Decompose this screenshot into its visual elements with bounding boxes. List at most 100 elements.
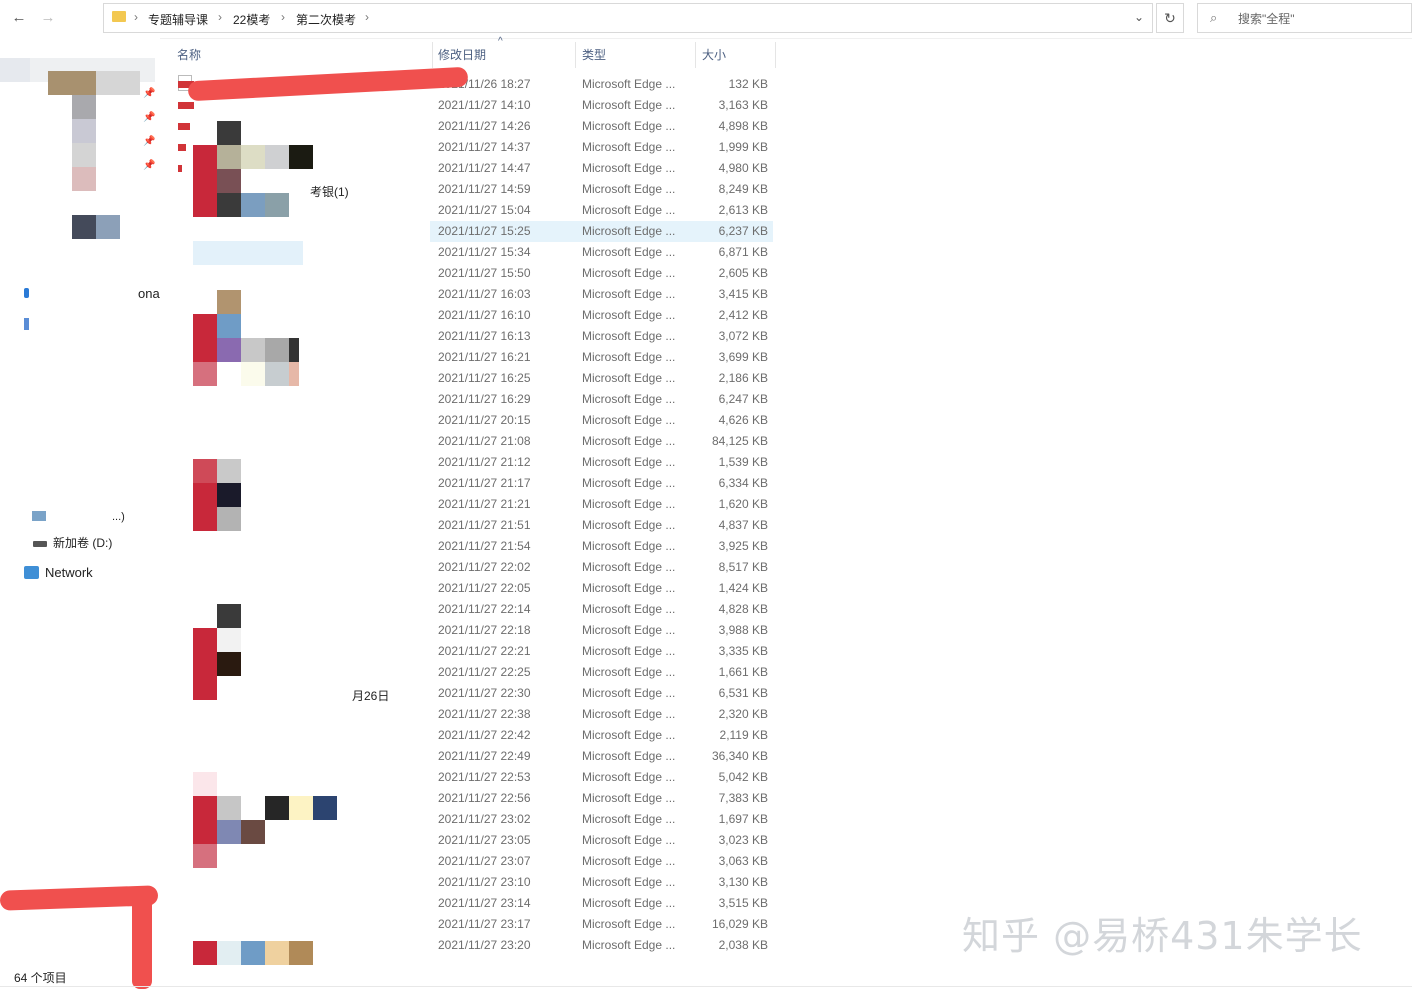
file-row[interactable]: 2021/11/27 21:17 Microsoft Edge ... 6,334 … <box>430 473 773 494</box>
breadcrumb-item[interactable]: 专题辅导课 <box>148 11 208 28</box>
file-row[interactable]: 2021/11/27 22:14 Microsoft Edge ... 4,828 … <box>430 599 773 620</box>
nav-item-drive-d[interactable]: 新加卷 (D:) <box>53 534 112 551</box>
file-size: 2,320 KB <box>718 707 768 721</box>
file-row[interactable]: 2021/11/27 16:10 Microsoft Edge ... 2,412 … <box>430 305 773 326</box>
column-header-name[interactable]: 名称 <box>177 46 201 63</box>
pixelated-block <box>265 145 289 169</box>
pin-icon[interactable]: 📌 <box>143 160 155 171</box>
file-row[interactable]: 2021/11/27 21:21 Microsoft Edge ... 1,620 … <box>430 494 773 515</box>
file-size: 2,412 KB <box>718 308 768 322</box>
file-row[interactable]: 2021/11/27 22:56 Microsoft Edge ... 7,383 … <box>430 788 773 809</box>
file-type: Microsoft Edge ... <box>582 140 676 154</box>
pixelated-block <box>289 362 299 386</box>
file-row[interactable]: 2021/11/27 21:54 Microsoft Edge ... 3,925 … <box>430 536 773 557</box>
nav-item-label[interactable]: ona <box>138 286 160 301</box>
file-type: Microsoft Edge ... <box>582 161 676 175</box>
file-row[interactable]: 2021/11/27 14:47 Microsoft Edge ... 4,980 … <box>430 158 773 179</box>
file-row[interactable]: 2021/11/27 22:18 Microsoft Edge ... 3,988 … <box>430 620 773 641</box>
column-divider[interactable] <box>575 42 576 68</box>
refresh-icon[interactable]: ↻ <box>1156 3 1184 33</box>
file-type: Microsoft Edge ... <box>582 350 676 364</box>
file-row[interactable]: 2021/11/27 15:25 Microsoft Edge ... 6,237 … <box>430 221 773 242</box>
file-size: 4,626 KB <box>718 413 768 427</box>
file-row[interactable]: 2021/11/27 23:05 Microsoft Edge ... 3,023 … <box>430 830 773 851</box>
chevron-down-icon[interactable]: ⌄ <box>1134 10 1144 24</box>
file-modified-date: 2021/11/27 21:12 <box>438 455 531 469</box>
file-row[interactable]: 2021/11/27 23:07 Microsoft Edge ... 3,063 … <box>430 851 773 872</box>
pin-icon[interactable]: 📌 <box>143 112 155 123</box>
pixelated-block <box>265 362 289 386</box>
file-row[interactable]: 2021/11/27 22:30 Microsoft Edge ... 6,531 … <box>430 683 773 704</box>
file-type: Microsoft Edge ... <box>582 644 676 658</box>
file-row[interactable]: 2021/11/27 15:50 Microsoft Edge ... 2,605 … <box>430 263 773 284</box>
file-size: 4,898 KB <box>718 119 768 133</box>
file-row[interactable]: 2021/11/27 21:12 Microsoft Edge ... 1,539 … <box>430 452 773 473</box>
file-row[interactable]: 2021/11/27 22:49 Microsoft Edge ... 36,340… <box>430 746 773 767</box>
file-row[interactable]: 2021/11/27 14:37 Microsoft Edge ... 1,999 … <box>430 137 773 158</box>
breadcrumb-item[interactable]: 22模考 <box>233 11 270 28</box>
file-modified-date: 2021/11/27 16:10 <box>438 308 531 322</box>
file-row[interactable]: 2021/11/27 22:21 Microsoft Edge ... 3,335 … <box>430 641 773 662</box>
file-row[interactable]: 2021/11/27 15:04 Microsoft Edge ... 2,613 … <box>430 200 773 221</box>
file-row[interactable]: 2021/11/27 22:05 Microsoft Edge ... 1,424 … <box>430 578 773 599</box>
nav-item-label[interactable]: ...) <box>112 511 125 523</box>
file-type: Microsoft Edge ... <box>582 539 676 553</box>
file-row[interactable]: 2021/11/27 23:20 Microsoft Edge ... 2,038 … <box>430 935 773 956</box>
breadcrumb-item[interactable]: 第二次模考 <box>296 11 356 28</box>
breadcrumb-separator: › <box>218 10 222 24</box>
file-size: 16,029 KB <box>711 917 768 931</box>
column-divider[interactable] <box>695 42 696 68</box>
pixelated-block <box>193 628 217 700</box>
forward-arrow-icon[interactable]: → <box>38 8 58 28</box>
search-box[interactable]: ⌕ <box>1197 3 1412 33</box>
file-row[interactable]: 2021/11/27 22:42 Microsoft Edge ... 2,119 … <box>430 725 773 746</box>
file-row[interactable]: 2021/11/27 21:51 Microsoft Edge ... 4,837 … <box>430 515 773 536</box>
file-type: Microsoft Edge ... <box>582 518 676 532</box>
pixelated-block <box>241 145 265 169</box>
column-header-date[interactable]: 修改日期 <box>438 46 486 63</box>
file-row[interactable]: 2021/11/27 16:21 Microsoft Edge ... 3,699 … <box>430 347 773 368</box>
file-type: Microsoft Edge ... <box>582 413 676 427</box>
file-size: 3,515 KB <box>718 896 768 910</box>
file-row[interactable]: 2021/11/27 23:17 Microsoft Edge ... 16,029… <box>430 914 773 935</box>
pdf-icon <box>178 165 182 172</box>
file-row[interactable]: 2021/11/27 23:10 Microsoft Edge ... 3,130 … <box>430 872 773 893</box>
file-modified-date: 2021/11/27 22:56 <box>438 791 531 805</box>
file-row[interactable]: 2021/11/27 16:29 Microsoft Edge ... 6,247 … <box>430 389 773 410</box>
address-bar[interactable]: › 专题辅导课 › 22模考 › 第二次模考 › ⌄ <box>103 3 1153 33</box>
search-input[interactable] <box>1236 9 1410 29</box>
back-arrow-icon[interactable]: ← <box>9 8 29 28</box>
file-row[interactable]: 2021/11/27 21:08 Microsoft Edge ... 84,125… <box>430 431 773 452</box>
file-row[interactable]: 2021/11/26 18:27 Microsoft Edge ... 132 KB <box>430 74 773 95</box>
file-row[interactable]: 2021/11/27 22:02 Microsoft Edge ... 8,517 … <box>430 557 773 578</box>
file-row[interactable]: 2021/11/27 15:34 Microsoft Edge ... 6,871 … <box>430 242 773 263</box>
file-row[interactable]: 2021/11/27 16:13 Microsoft Edge ... 3,072 … <box>430 326 773 347</box>
file-row[interactable]: 2021/11/27 22:38 Microsoft Edge ... 2,320 … <box>430 704 773 725</box>
file-row[interactable]: 2021/11/27 16:25 Microsoft Edge ... 2,186 … <box>430 368 773 389</box>
file-type: Microsoft Edge ... <box>582 791 676 805</box>
file-modified-date: 2021/11/27 16:29 <box>438 392 531 406</box>
file-row[interactable]: 2021/11/27 22:25 Microsoft Edge ... 1,661 … <box>430 662 773 683</box>
pixelated-block <box>217 169 241 193</box>
file-size: 2,613 KB <box>718 203 768 217</box>
nav-item-network[interactable]: Network <box>45 565 93 580</box>
file-row[interactable]: 2021/11/27 16:03 Microsoft Edge ... 3,415 … <box>430 284 773 305</box>
file-size: 3,023 KB <box>718 833 768 847</box>
pixelated-block <box>193 362 217 386</box>
file-row[interactable]: 2021/11/27 14:59 Microsoft Edge ... 8,249 … <box>430 179 773 200</box>
column-divider[interactable] <box>775 42 776 68</box>
file-row[interactable]: 2021/11/27 23:02 Microsoft Edge ... 1,697 … <box>430 809 773 830</box>
column-header-type[interactable]: 类型 <box>582 46 606 63</box>
file-type: Microsoft Edge ... <box>582 833 676 847</box>
file-row[interactable]: 2021/11/27 23:14 Microsoft Edge ... 3,515 … <box>430 893 773 914</box>
pixelated-block <box>96 215 120 239</box>
file-row[interactable]: 2021/11/27 14:26 Microsoft Edge ... 4,898 … <box>430 116 773 137</box>
pixelated-block <box>217 459 241 483</box>
file-row[interactable]: 2021/11/27 20:15 Microsoft Edge ... 4,626 … <box>430 410 773 431</box>
file-row[interactable]: 2021/11/27 22:53 Microsoft Edge ... 5,042 … <box>430 767 773 788</box>
pin-icon[interactable]: 📌 <box>143 88 155 99</box>
column-divider[interactable] <box>432 42 433 68</box>
pin-icon[interactable]: 📌 <box>143 136 155 147</box>
file-row[interactable]: 2021/11/27 14:10 Microsoft Edge ... 3,163 … <box>430 95 773 116</box>
column-header-size[interactable]: 大小 <box>702 46 726 63</box>
